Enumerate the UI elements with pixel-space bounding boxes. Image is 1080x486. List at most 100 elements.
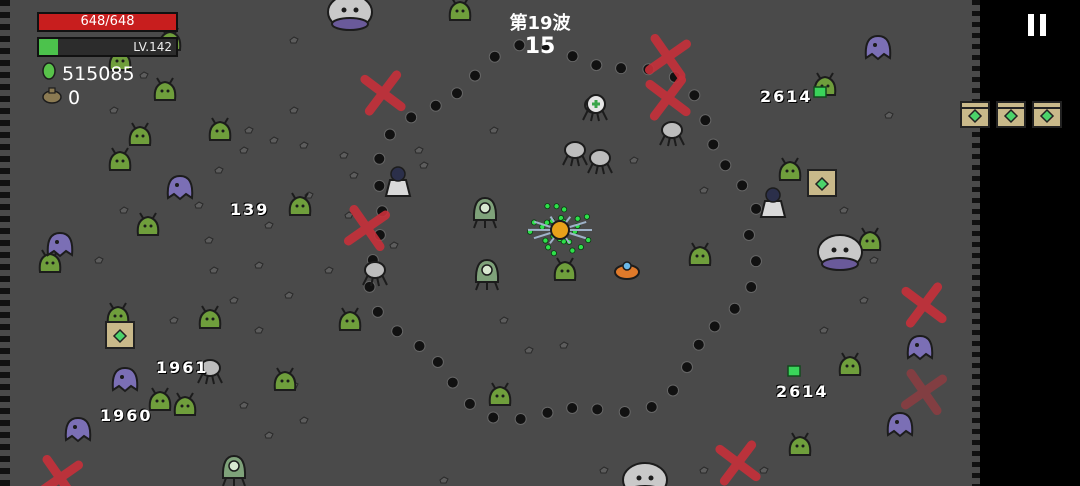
rock [254,326,264,334]
health-text: 648/648 [80,14,135,29]
rock [324,266,334,274]
wave-countdown: 15 [524,34,556,59]
rock [204,236,214,244]
rock [524,346,534,354]
green-slime-enemy [153,77,177,101]
shaggy-beast-enemy [817,234,863,271]
pause-button[interactable] [1022,10,1052,40]
rock [119,206,129,214]
level-text: LV.142 [133,40,172,54]
bullet-orb [708,320,721,333]
rock [839,206,849,214]
bullet-orb [745,281,758,294]
green-slime-enemy [148,387,172,411]
rock [139,71,149,79]
rock [759,466,769,474]
supply-crate-icon [996,99,1026,129]
green-slime-enemy [553,257,577,281]
rock [94,256,104,264]
bullet-orb [373,152,386,165]
experience-bar: LV.142 [37,37,178,57]
green-slime-enemy [838,352,862,376]
supply-crate-icon [807,169,837,197]
supply-crate-icon [960,99,990,129]
green-gem-icon [42,62,56,85]
bullet-orb [446,376,459,389]
gem-count: 515085 [62,63,135,85]
bullet-orb [743,229,755,241]
bullet-orb [405,111,418,124]
bullet-orb [468,69,481,82]
purple-ghost-enemy [166,174,194,201]
green-slime-enemy [448,0,472,21]
bullet-orb [591,403,604,416]
bullet-orb [688,89,701,102]
experience-fill [39,39,59,55]
rock [169,316,179,324]
rock [109,106,119,114]
green-slime-enemy [858,227,882,251]
gem-counter: 515085 [42,62,135,85]
eye-turret-enemy [221,454,247,486]
damage-number: 1961 [156,358,209,377]
rock [194,201,204,209]
rock [859,296,869,304]
bomb-totem-enemy [759,187,787,218]
pause-icon [1028,14,1034,36]
rock [389,241,399,249]
green-slime-enemy [338,307,362,331]
supply-crate-icon [105,321,135,349]
bullet-orb [645,400,658,413]
rock [439,476,449,484]
purple-ghost-enemy [111,366,139,393]
green-slime-enemy [778,157,802,181]
bullet-orb [431,356,444,369]
bullet-orb [566,401,579,414]
purple-ghost-enemy [906,334,934,361]
bag-counter: 0 [42,86,80,109]
eye-turret-enemy [474,258,500,291]
bullet-orb [615,62,628,75]
rock [239,146,249,154]
bullet-orb [719,159,732,172]
rock [419,161,429,169]
green-slime-enemy [208,117,232,141]
bullet-orb [707,138,720,151]
rock [349,171,359,179]
spider-drone-enemy [587,149,613,175]
bullet-orb [383,128,396,141]
rock [884,111,894,119]
spider-drone-enemy [659,121,685,147]
damage-number: 2614 [776,382,829,401]
rock [254,261,264,269]
bullet-orb [692,338,705,351]
bullet-orb [373,179,386,192]
bullet-orb [363,280,376,293]
purple-ghost-enemy [64,416,92,443]
purple-ghost-enemy [864,34,892,61]
bag-count: 0 [68,87,81,109]
rock [244,126,254,134]
rock [499,316,509,324]
rock [289,106,299,114]
red-x-marker [644,33,692,81]
green-slime-enemy [128,122,152,146]
rock [214,166,224,174]
green-gem-drop [787,365,801,377]
red-x-marker [645,75,691,121]
green-gem-drop [813,86,827,98]
bullet-orb [463,397,476,410]
spider-drone-enemy [562,141,588,167]
medic-drone-ally [586,94,606,114]
rock [239,401,249,409]
green-slime-enemy [788,432,812,456]
supply-crate-icon [1032,99,1062,129]
red-x-marker [715,440,761,486]
rock [489,126,499,134]
rock [229,296,239,304]
red-x-marker [343,204,391,252]
rock [339,151,349,159]
bullet-orb [750,202,763,215]
purple-ghost-enemy [886,411,914,438]
purple-ghost-enemy [46,231,74,258]
